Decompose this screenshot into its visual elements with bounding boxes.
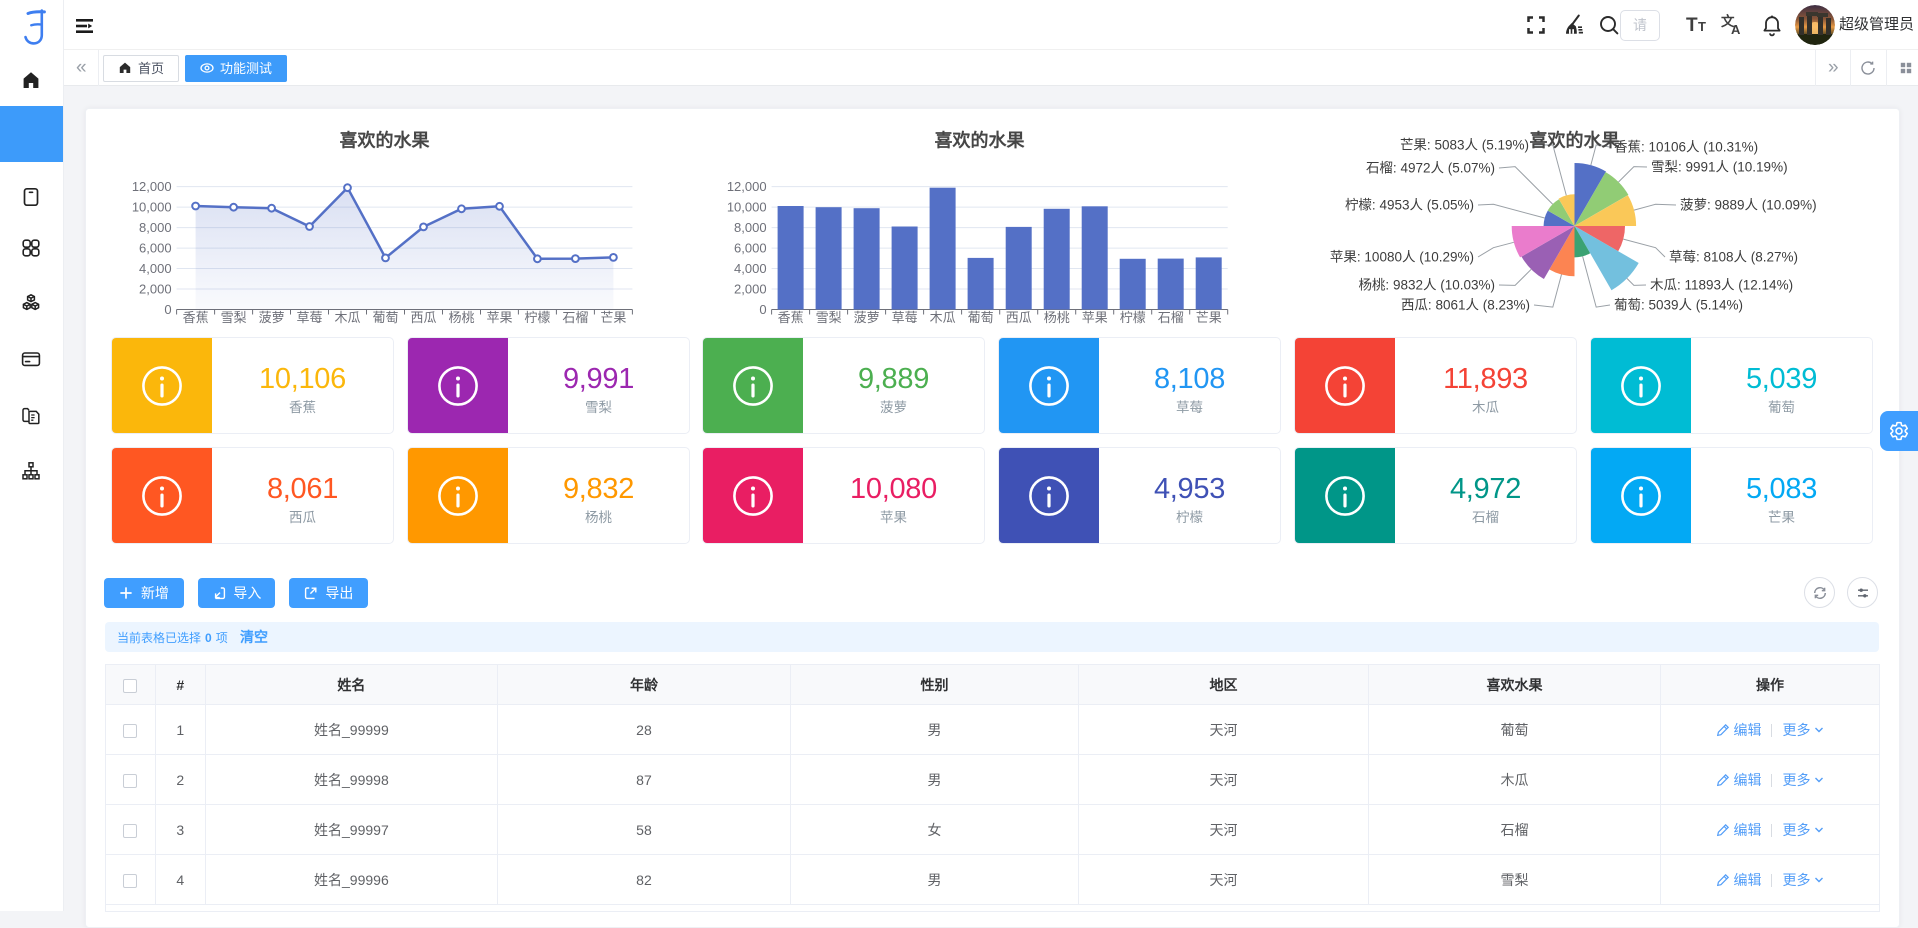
svg-text:西瓜: 8061人 (8.23%): 西瓜: 8061人 (8.23%) xyxy=(1401,298,1530,313)
svg-text:石榴: 石榴 xyxy=(1158,310,1184,325)
svg-text:石榴: 石榴 xyxy=(562,310,588,325)
svg-text:西瓜: 西瓜 xyxy=(1006,310,1032,325)
svg-text:香蕉: 香蕉 xyxy=(778,310,804,325)
svg-text:喜欢的水果: 喜欢的水果 xyxy=(935,130,1026,151)
svg-text:木瓜: 木瓜 xyxy=(334,310,360,325)
svg-text:西瓜: 西瓜 xyxy=(410,310,436,325)
svg-text:6,000: 6,000 xyxy=(139,241,172,256)
svg-text:苹果: 苹果 xyxy=(486,310,512,325)
svg-text:柠檬: 柠檬 xyxy=(1120,310,1146,325)
svg-text:草莓: 8108人 (8.27%): 草莓: 8108人 (8.27%) xyxy=(1669,250,1798,265)
svg-text:葡萄: 葡萄 xyxy=(372,310,398,325)
svg-text:葡萄: 葡萄 xyxy=(968,310,994,325)
svg-text:8,000: 8,000 xyxy=(734,220,767,235)
svg-text:T: T xyxy=(1686,15,1698,36)
svg-text:0: 0 xyxy=(759,302,766,317)
svg-text:菠萝: 菠萝 xyxy=(259,310,285,325)
svg-text:T: T xyxy=(1698,19,1706,34)
svg-text:柠檬: 4953人 (5.05%): 柠檬: 4953人 (5.05%) xyxy=(1345,198,1474,213)
svg-text:12,000: 12,000 xyxy=(132,179,172,194)
svg-text:芒果: 芒果 xyxy=(600,310,626,325)
svg-text:石榴: 4972人 (5.07%): 石榴: 4972人 (5.07%) xyxy=(1366,161,1495,176)
svg-text:10,000: 10,000 xyxy=(727,200,767,215)
svg-text:8,000: 8,000 xyxy=(139,220,172,235)
svg-text:杨桃: 9832人 (10.03%): 杨桃: 9832人 (10.03%) xyxy=(1358,278,1495,293)
svg-text:2,000: 2,000 xyxy=(734,282,767,297)
svg-text:0: 0 xyxy=(164,302,171,317)
svg-text:草莓: 草莓 xyxy=(296,310,322,325)
svg-text:4,000: 4,000 xyxy=(734,261,767,276)
svg-text:2,000: 2,000 xyxy=(139,282,172,297)
svg-text:菠萝: 菠萝 xyxy=(854,310,880,325)
svg-text:芒果: 芒果 xyxy=(1196,310,1222,325)
svg-text:12,000: 12,000 xyxy=(727,179,767,194)
svg-text:喜欢的水果: 喜欢的水果 xyxy=(340,130,431,151)
svg-text:苹果: 10080人 (10.29%): 苹果: 10080人 (10.29%) xyxy=(1330,250,1474,265)
svg-text:木瓜: 11893人 (12.14%): 木瓜: 11893人 (12.14%) xyxy=(1650,278,1793,293)
svg-text:杨桃: 杨桃 xyxy=(1044,310,1070,325)
svg-text:雪梨: 雪梨 xyxy=(816,310,842,325)
svg-text:木瓜: 木瓜 xyxy=(930,310,956,325)
svg-text:草莓: 草莓 xyxy=(892,310,918,325)
svg-text:菠萝: 9889人 (10.09%): 菠萝: 9889人 (10.09%) xyxy=(1680,198,1817,213)
svg-text:香蕉: 10106人 (10.31%): 香蕉: 10106人 (10.31%) xyxy=(1614,140,1758,155)
svg-text:A: A xyxy=(1731,22,1741,37)
svg-text:雪梨: 9991人 (10.19%): 雪梨: 9991人 (10.19%) xyxy=(1651,160,1788,175)
svg-text:雪梨: 雪梨 xyxy=(221,310,247,325)
svg-text:杨桃: 杨桃 xyxy=(448,310,474,325)
svg-text:6,000: 6,000 xyxy=(734,241,767,256)
svg-text:4,000: 4,000 xyxy=(139,261,172,276)
svg-text:芒果: 5083人 (5.19%): 芒果: 5083人 (5.19%) xyxy=(1400,138,1529,153)
svg-text:柠檬: 柠檬 xyxy=(524,310,550,325)
svg-text:葡萄: 5039人 (5.14%): 葡萄: 5039人 (5.14%) xyxy=(1614,298,1743,313)
svg-text:10,000: 10,000 xyxy=(132,200,172,215)
svg-text:苹果: 苹果 xyxy=(1082,310,1108,325)
svg-text:喜欢的水果: 喜欢的水果 xyxy=(1530,130,1621,151)
svg-text:香蕉: 香蕉 xyxy=(183,310,209,325)
